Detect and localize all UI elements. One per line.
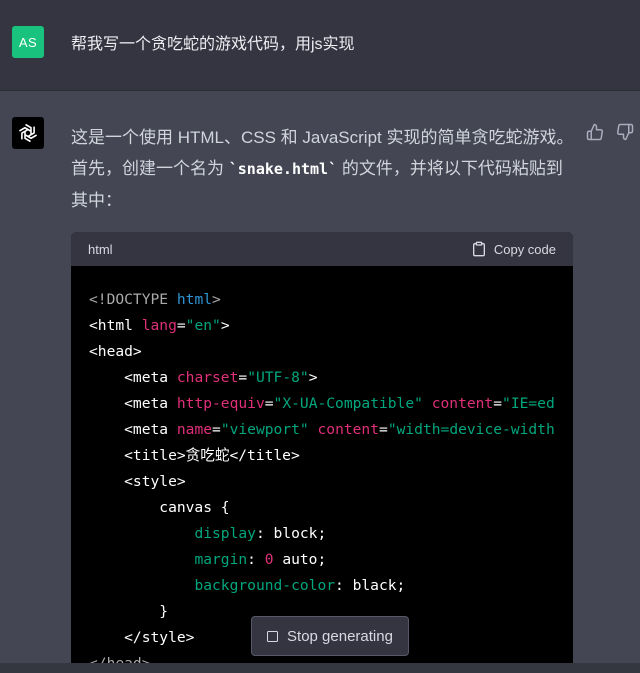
- code-token: <head>: [89, 343, 142, 360]
- code-line: <head>: [89, 339, 573, 365]
- code-token: content: [431, 395, 494, 412]
- code-token: "width=device-width: [387, 421, 555, 438]
- code-line: <meta charset="UTF-8">: [89, 365, 573, 391]
- code-token: html: [176, 291, 213, 308]
- code-token: 0: [264, 551, 274, 568]
- code-token: <style>: [89, 473, 186, 490]
- code-token: "en": [185, 317, 221, 334]
- code-line: background-color: black;: [89, 573, 573, 599]
- inline-code-filename: `snake.html`: [228, 160, 338, 178]
- thumbs-down-button[interactable]: [615, 122, 635, 142]
- code-token: <html: [89, 317, 142, 334]
- code-token: 贪吃蛇: [185, 447, 230, 464]
- code-token: =: [212, 421, 221, 438]
- thumbs-up-button[interactable]: [585, 122, 605, 142]
- code-token: margin: [194, 551, 248, 568]
- code-token: <meta: [89, 421, 177, 438]
- code-token: charset: [176, 369, 239, 386]
- code-token: canvas {: [89, 499, 230, 516]
- code-line: <meta http-equiv="X-UA-Compatible" conte…: [89, 391, 573, 417]
- code-token: <title>: [89, 447, 186, 464]
- bottom-input-area-edge: [0, 663, 640, 673]
- code-token: =: [238, 369, 248, 386]
- code-token: http-equiv: [176, 395, 265, 412]
- code-token: =: [264, 395, 274, 412]
- code-line: canvas {: [89, 495, 573, 521]
- code-line: <meta name="viewport" content="width=dev…: [89, 417, 573, 443]
- openai-logo-icon: [18, 123, 38, 143]
- code-token: :: [247, 551, 265, 568]
- code-token: >: [308, 369, 318, 386]
- avatar: AS: [12, 26, 44, 58]
- code-token: auto;: [273, 551, 327, 568]
- thumbs-down-icon: [617, 123, 634, 141]
- code-token: <!DOCTYPE: [89, 291, 177, 308]
- code-block: html Copy code <!DOCTYPE html> <html lang…: [71, 232, 573, 673]
- code-token: "IE=ed: [502, 395, 555, 412]
- code-token: background-color: [194, 577, 336, 594]
- code-token: "UTF-8": [247, 369, 309, 386]
- code-token: lang: [141, 317, 177, 334]
- code-token: content: [317, 421, 380, 438]
- assistant-response-text: 这是一个使用 HTML、CSS 和 JavaScript 实现的简单贪吃蛇游戏。…: [71, 122, 576, 216]
- stop-icon: [267, 630, 279, 642]
- code-line: <title>贪吃蛇</title>: [89, 443, 573, 469]
- code-token: }: [89, 603, 169, 620]
- code-token: <meta: [89, 369, 177, 386]
- assistant-avatar: [12, 117, 44, 149]
- code-token: <meta: [89, 395, 177, 412]
- clipboard-icon: [472, 241, 485, 257]
- code-token: display: [194, 525, 256, 542]
- code-token: : block;: [255, 525, 327, 542]
- code-token: "viewport": [220, 421, 309, 438]
- code-token: </style>: [89, 629, 195, 646]
- feedback-buttons: [585, 122, 635, 142]
- code-language-label: html: [88, 241, 113, 257]
- code-line: <!DOCTYPE html>: [89, 287, 573, 313]
- code-line: margin: 0 auto;: [89, 547, 573, 573]
- code-block-header: html Copy code: [71, 232, 573, 266]
- code-token: =: [379, 421, 388, 438]
- copy-code-label: Copy code: [493, 241, 556, 257]
- code-content: <!DOCTYPE html> <html lang="en"> <head> <m…: [71, 266, 573, 673]
- code-line: display: block;: [89, 521, 573, 547]
- user-message-row: AS 帮我写一个贪吃蛇的游戏代码，用js实现: [0, 0, 640, 91]
- copy-code-button[interactable]: Copy code: [471, 241, 556, 257]
- code-line: <style>: [89, 469, 573, 495]
- code-token: "X-UA-Compatible": [273, 395, 423, 412]
- thumbs-up-icon: [586, 123, 603, 141]
- user-message-text: 帮我写一个贪吃蛇的游戏代码，用js实现: [71, 36, 355, 53]
- code-token: </title>: [229, 447, 300, 464]
- code-token: : black;: [335, 577, 406, 594]
- code-token: =: [176, 317, 186, 334]
- code-token: >: [212, 291, 221, 308]
- code-token: =: [493, 395, 503, 412]
- stop-generating-button[interactable]: Stop generating: [251, 616, 409, 656]
- code-token: >: [220, 317, 230, 334]
- code-token: name: [176, 421, 213, 438]
- stop-generating-label: Stop generating: [287, 627, 393, 645]
- code-line: <html lang="en">: [89, 313, 573, 339]
